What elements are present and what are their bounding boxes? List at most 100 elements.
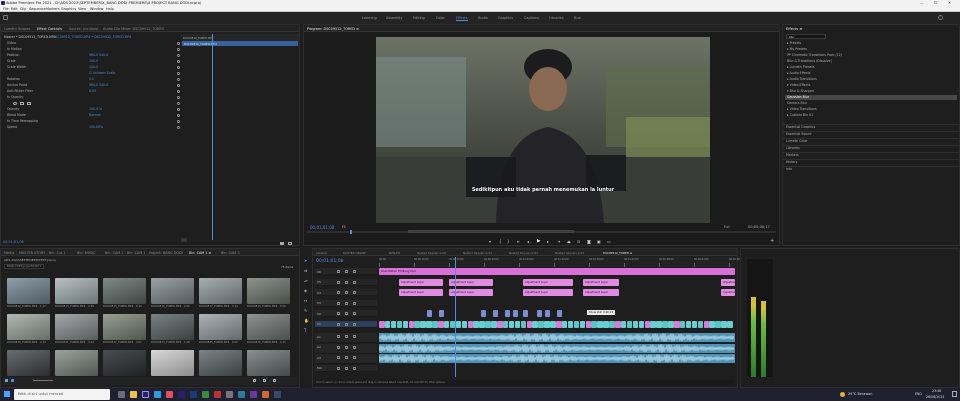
v1-clip[interactable] bbox=[615, 320, 621, 328]
v1-clip[interactable] bbox=[620, 320, 627, 328]
effects-section-6[interactable]: Info bbox=[786, 167, 792, 171]
app-icon-purple[interactable] bbox=[250, 391, 257, 398]
menu-help[interactable]: Help bbox=[106, 7, 114, 11]
play-icon[interactable]: ▶ bbox=[537, 239, 540, 244]
v1-clip[interactable] bbox=[402, 320, 409, 328]
v2-clip[interactable] bbox=[481, 310, 486, 317]
title-clip[interactable]: Grandfather TVI Bang Dodi bbox=[379, 268, 735, 275]
v1-clip[interactable] bbox=[567, 320, 574, 328]
v1-clip[interactable] bbox=[715, 320, 721, 328]
app-icon-grey[interactable] bbox=[226, 391, 233, 398]
track-toggle-sync-icon[interactable] bbox=[337, 312, 340, 315]
v1-clip[interactable] bbox=[491, 320, 497, 328]
reset-parameter-icon[interactable] bbox=[177, 89, 180, 93]
v1-clip[interactable] bbox=[384, 320, 391, 328]
v1-clip[interactable] bbox=[603, 320, 609, 328]
program-timecode[interactable]: 00;01;01;08 bbox=[310, 225, 334, 230]
reset-parameter-icon[interactable] bbox=[177, 101, 180, 105]
workspace-assembly[interactable]: Assembly bbox=[386, 16, 402, 20]
step-forward-icon[interactable]: ▸ bbox=[547, 239, 549, 244]
v1-clip[interactable] bbox=[479, 320, 485, 328]
timeline-tab[interactable]: DSC09512_TORED ≡ bbox=[603, 251, 632, 255]
v1-clip[interactable] bbox=[514, 320, 521, 328]
program-playhead[interactable] bbox=[350, 230, 352, 234]
workspace-libraries[interactable]: Libraries bbox=[549, 16, 564, 20]
project-tab[interactable]: Bin: CAM 1 bbox=[127, 251, 146, 255]
pen-mask-icon[interactable] bbox=[27, 101, 31, 105]
v1-clip[interactable] bbox=[579, 320, 586, 328]
lift-icon[interactable]: ⏏ bbox=[567, 239, 571, 244]
keyframe-playhead[interactable] bbox=[212, 34, 213, 240]
clip-thumbnail[interactable] bbox=[199, 278, 242, 304]
workspace-effects[interactable]: Effects bbox=[456, 16, 468, 21]
weather-text[interactable]: 29°C Berawan bbox=[848, 392, 872, 396]
effects-tree-item[interactable]: ▸ Presets bbox=[787, 41, 801, 45]
v1-clip[interactable] bbox=[674, 320, 680, 328]
hand-tool-icon[interactable]: ✋ bbox=[304, 318, 309, 323]
menu-clip[interactable]: Clip bbox=[20, 7, 26, 11]
effects-tree-item[interactable]: ▸ Audio Transitions bbox=[787, 77, 817, 81]
v1-clip[interactable] bbox=[438, 320, 444, 328]
track-header[interactable]: V5 bbox=[315, 278, 377, 286]
clip-thumbnail[interactable] bbox=[7, 314, 50, 340]
reset-parameter-icon[interactable] bbox=[177, 71, 180, 75]
file-explorer-icon[interactable] bbox=[130, 391, 137, 398]
menu-view[interactable]: View bbox=[78, 7, 86, 11]
v1-clip[interactable] bbox=[585, 320, 592, 328]
v1-clip[interactable] bbox=[390, 320, 397, 328]
menu-markers[interactable]: Markers bbox=[46, 7, 60, 11]
menu-window[interactable]: Window bbox=[90, 7, 103, 11]
v1-clip[interactable] bbox=[650, 320, 656, 328]
v1-clip[interactable] bbox=[727, 320, 733, 328]
v1-clip[interactable] bbox=[408, 320, 415, 328]
tab-effect-controls[interactable]: Effect Controls bbox=[37, 27, 62, 31]
timeline-tab[interactable]: MASTER ONLINE bbox=[343, 251, 366, 255]
track-eye-icon[interactable] bbox=[353, 356, 356, 359]
effects-tree-item[interactable]: ▸ Audio Effects bbox=[787, 71, 811, 75]
menu-graphics[interactable]: Graphics bbox=[61, 7, 76, 11]
v2-clip[interactable] bbox=[505, 310, 510, 317]
reset-parameter-icon[interactable] bbox=[177, 47, 180, 51]
track-header[interactable]: Mix bbox=[315, 364, 377, 372]
adjustment-layer-clip[interactable]: Adjustment Layer bbox=[583, 289, 619, 296]
effects-tree-item[interactable]: Blur & Transitions (Dissolve) bbox=[787, 59, 832, 63]
v1-clip[interactable] bbox=[721, 320, 727, 328]
reset-parameter-icon[interactable] bbox=[177, 65, 180, 69]
ellipse-mask-icon[interactable] bbox=[13, 101, 17, 105]
v1-clip[interactable] bbox=[538, 320, 544, 328]
v1-clip[interactable] bbox=[396, 320, 403, 328]
slip-tool-icon[interactable]: ↔ bbox=[304, 298, 307, 303]
v1-clip[interactable] bbox=[426, 320, 432, 328]
task-view-icon[interactable] bbox=[118, 391, 125, 398]
audio-clip[interactable] bbox=[379, 333, 735, 342]
mark-in-icon[interactable]: { bbox=[499, 239, 502, 244]
workspace-graphics[interactable]: Graphics bbox=[498, 16, 513, 20]
button-editor-icon[interactable]: + bbox=[770, 238, 774, 244]
clip-thumbnail[interactable] bbox=[103, 350, 146, 376]
timeline-tab[interactable]: Nested Sequence 02 bbox=[509, 251, 538, 255]
effects-tree-item[interactable]: PP Cinematic Transitions Pack (12) bbox=[787, 53, 842, 57]
effects-tree-item[interactable]: Gaussian Blur bbox=[787, 95, 809, 99]
timeline-tab[interactable]: Jukebox bbox=[316, 251, 327, 255]
clip-thumbnail[interactable] bbox=[247, 278, 290, 304]
project-tab[interactable]: Bin: Cut 1 bbox=[49, 251, 66, 255]
project-tab[interactable]: Bin: CAM 1 ≡ bbox=[189, 251, 211, 255]
effect-property-value[interactable]: 100.0 bbox=[89, 65, 98, 69]
clip-thumbnail[interactable] bbox=[247, 314, 290, 340]
v1-clip[interactable] bbox=[414, 320, 420, 328]
track-toggle-sync-icon[interactable] bbox=[337, 356, 340, 359]
clock-time[interactable]: 23:48 bbox=[932, 389, 941, 393]
v2-clip[interactable] bbox=[557, 310, 562, 317]
track-lock-icon[interactable] bbox=[345, 345, 348, 349]
v1-clip[interactable] bbox=[591, 320, 597, 328]
effects-tree-item[interactable]: ▾ Blur & Sharpen bbox=[787, 89, 814, 93]
reset-parameter-icon[interactable] bbox=[177, 83, 180, 87]
adjustment-layer-clip[interactable]: Adjustment Layer bbox=[583, 278, 619, 286]
edge-icon[interactable] bbox=[154, 391, 161, 398]
clip-thumbnail[interactable] bbox=[55, 278, 98, 304]
new-bin-icon[interactable] bbox=[253, 379, 256, 382]
track-lock-icon[interactable] bbox=[345, 356, 348, 359]
v1-clip[interactable] bbox=[550, 320, 556, 328]
reset-parameter-icon[interactable] bbox=[177, 107, 180, 111]
v2-clip[interactable] bbox=[523, 310, 528, 317]
